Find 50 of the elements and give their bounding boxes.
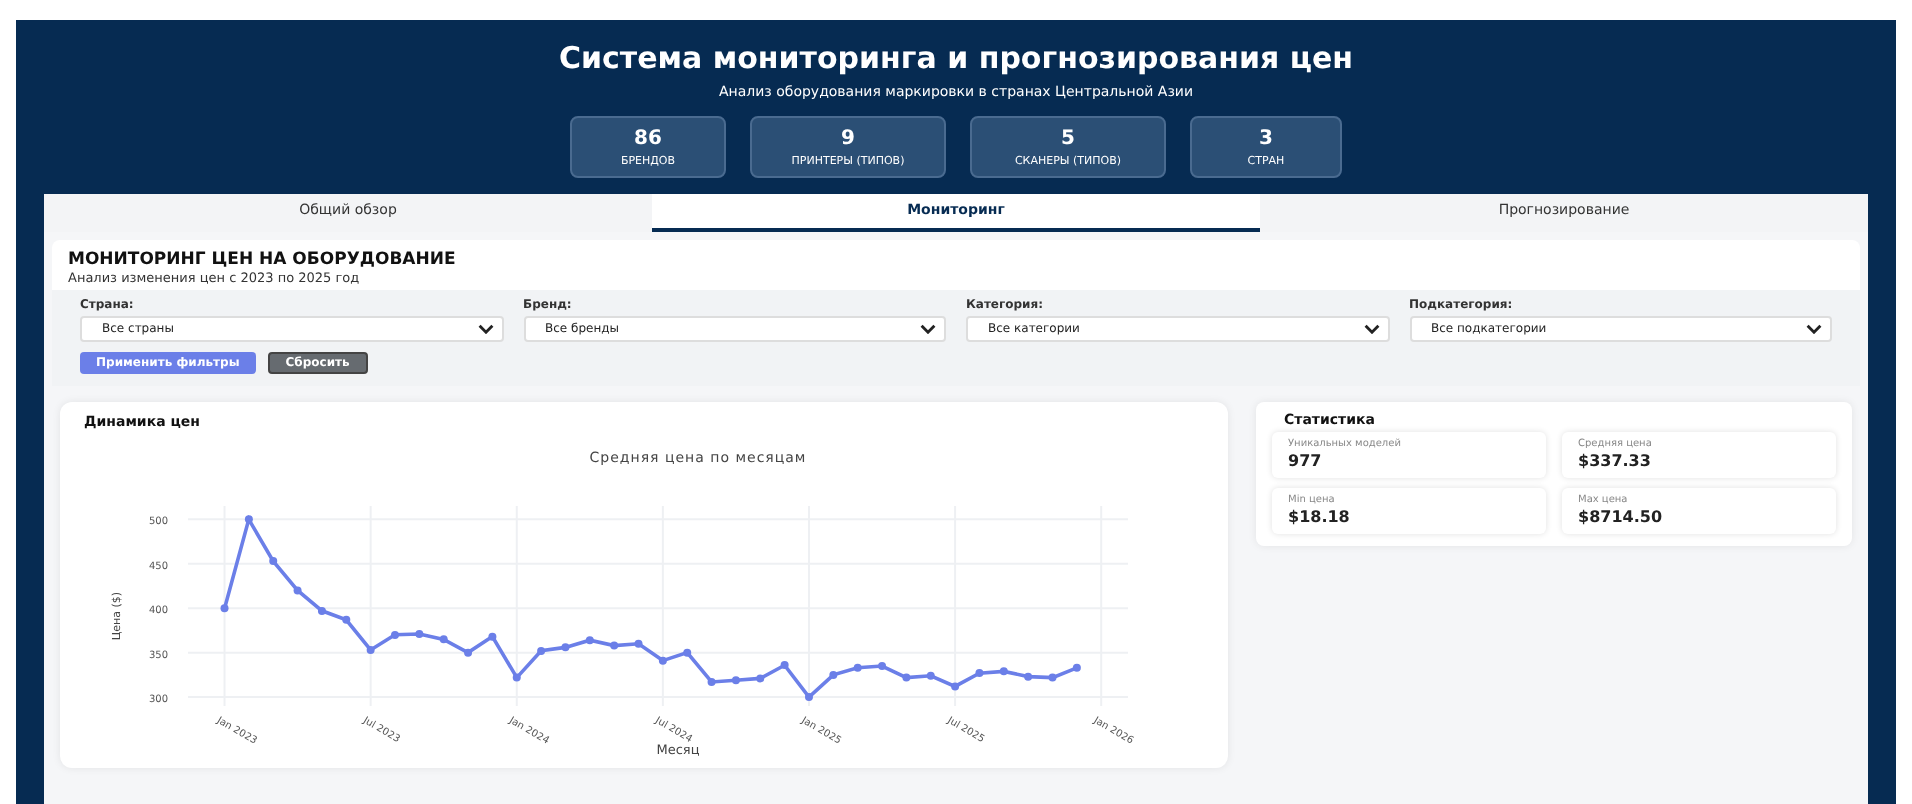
data-point [439,635,448,644]
data-point [561,643,570,652]
data-point [999,667,1008,676]
chevron-down-icon [1806,324,1822,334]
data-point [464,648,473,657]
metric-value: $8714.50 [1578,508,1665,526]
data-point [317,606,326,615]
data-point [853,663,862,672]
metric-value: $18.18 [1288,508,1352,526]
data-point [1072,663,1081,672]
data-point [707,678,716,686]
data-point [829,670,838,679]
data-point [391,630,399,639]
data-point [342,615,351,624]
data-point [244,515,253,524]
stat-value: 86 [632,128,664,150]
chevron-down-icon [920,324,936,334]
stat-value: 3 [1257,128,1275,150]
data-point [658,656,667,665]
data-point [293,586,302,595]
data-point [220,604,229,613]
data-point [683,648,692,657]
data-point [1024,672,1033,681]
chevron-down-icon [477,324,493,334]
data-point [366,646,375,654]
data-point [975,669,984,678]
stat-value: 9 [839,128,857,150]
data-point [756,674,765,683]
data-point [902,673,911,682]
data-point [610,641,619,650]
data-point [1048,673,1057,682]
data-point [878,662,887,670]
chevron-down-icon [1363,324,1379,334]
data-point [415,630,424,638]
data-point [269,557,278,566]
data-point [731,676,740,685]
metric-value: 977 [1288,452,1324,470]
data-point [926,671,935,680]
data-point [537,646,546,655]
data-point [512,673,521,682]
data-point [585,636,594,645]
page-title: Система мониторинга и прогнозирования цен [556,40,1356,76]
metric-value: $337.33 [1578,452,1653,470]
data-point [488,632,497,641]
stat-value: 5 [1059,128,1077,150]
data-point [951,682,960,691]
section-title: МОНИТОРИНГ ЦЕН НА ОБОРУДОВАНИЕ [68,250,458,270]
data-point [634,639,643,648]
data-point [805,693,813,702]
data-point [780,661,789,670]
